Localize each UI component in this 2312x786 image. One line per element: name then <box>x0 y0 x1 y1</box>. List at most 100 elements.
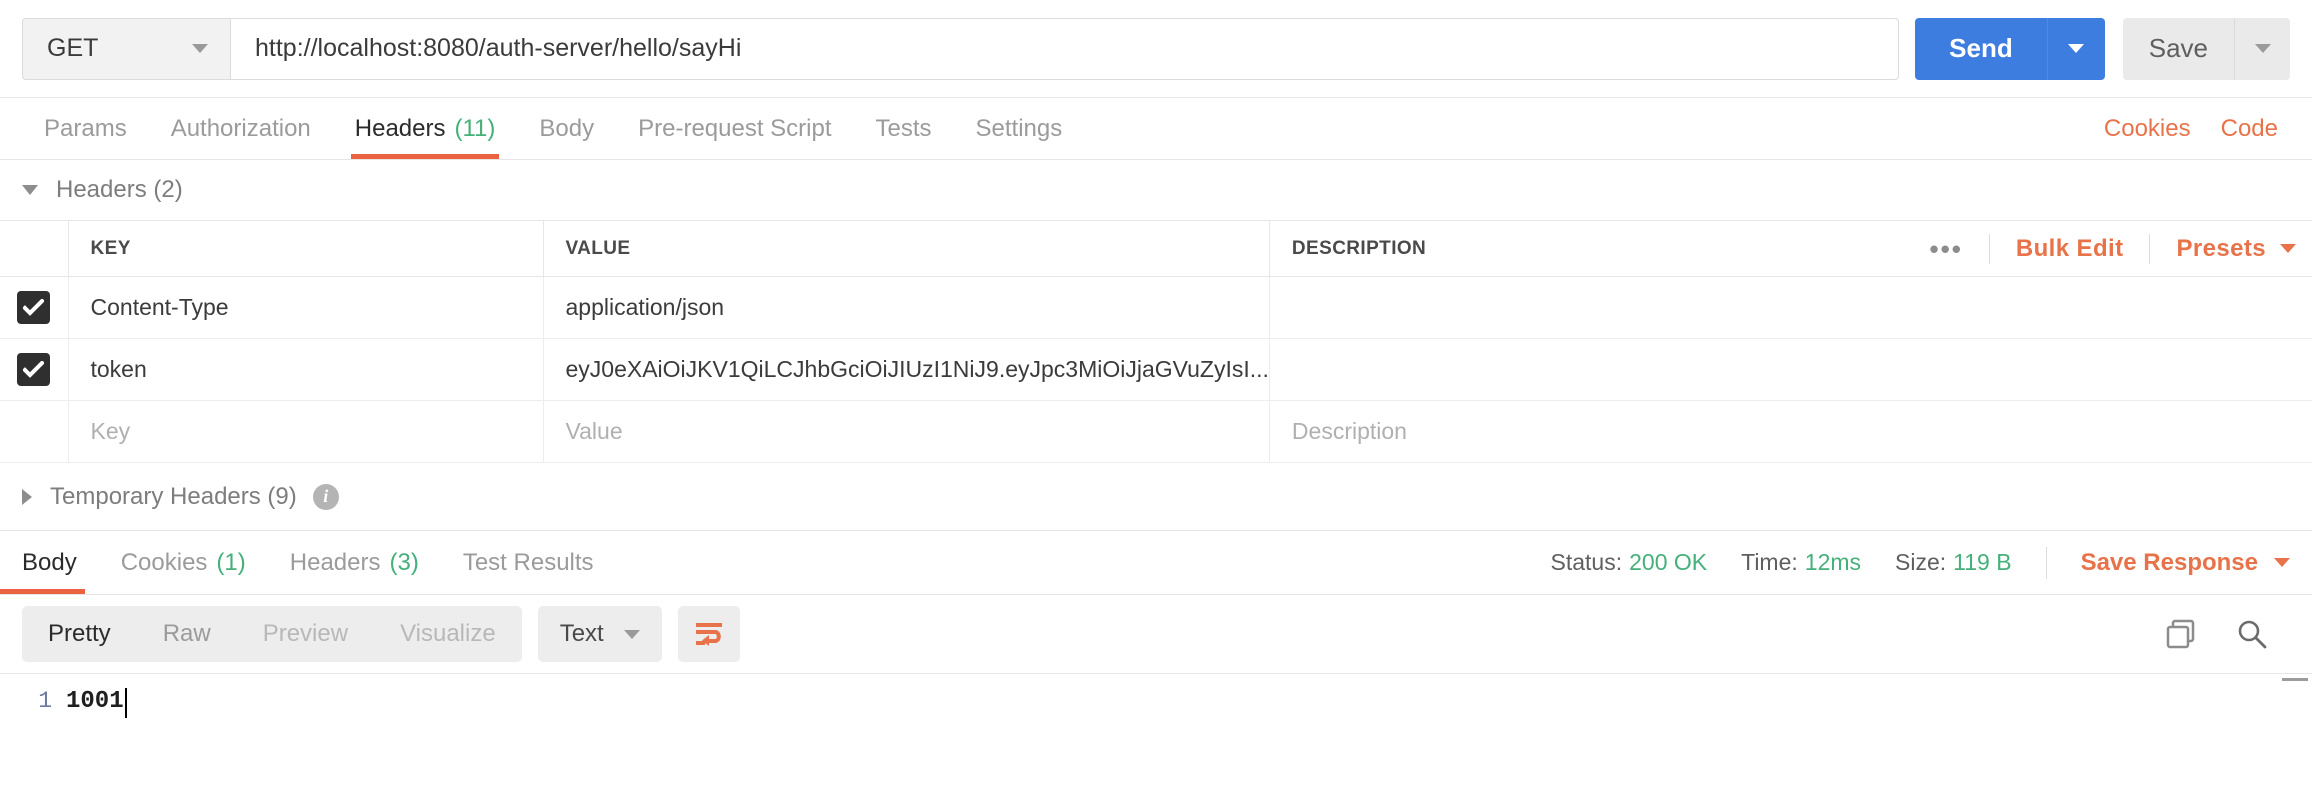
save-options-button[interactable] <box>2234 17 2290 80</box>
headers-table-header-row: KEY VALUE DESCRIPTION ••• Bulk Edit Pres… <box>0 220 2312 277</box>
new-header-value-input[interactable]: Value <box>542 400 1270 463</box>
tab-params[interactable]: Params <box>22 98 149 159</box>
new-header-key-input[interactable]: Key <box>67 400 543 463</box>
tab-body[interactable]: Body <box>517 98 616 159</box>
size-badge: Size: 119 B <box>1895 549 2012 576</box>
time-badge: Time: 12ms <box>1741 549 1861 576</box>
header-key[interactable]: Content-Type <box>67 276 543 339</box>
response-body-text: 1001 <box>66 688 124 715</box>
tab-count: (1) <box>216 548 246 576</box>
tab-count: (3) <box>389 548 419 576</box>
response-body-viewer: 1 1001 <box>0 673 2312 753</box>
presets-button[interactable]: Presets <box>2176 235 2266 263</box>
request-url-bar: GET http://localhost:8080/auth-server/he… <box>0 0 2312 98</box>
send-button-group: Send <box>1915 17 2105 80</box>
search-icon[interactable] <box>2236 618 2268 650</box>
header-value[interactable]: application/json <box>542 276 1270 339</box>
response-meta: Status: 200 OK Time: 12ms Size: 119 B Save … <box>1551 531 2312 594</box>
line-number: 1 <box>38 688 52 714</box>
tab-label: Settings <box>975 114 1063 142</box>
tab-tests[interactable]: Tests <box>854 98 954 159</box>
tab-label: Headers <box>354 114 446 142</box>
row-checkbox[interactable] <box>17 291 51 324</box>
save-response-button[interactable]: Save Response <box>2081 549 2290 577</box>
table-row-empty: Key Value Description <box>0 400 2312 463</box>
view-mode-preview[interactable]: Preview <box>237 606 374 662</box>
header-description[interactable] <box>1268 338 2312 401</box>
tab-label: Headers <box>289 548 381 576</box>
tab-headers[interactable]: Headers (11) <box>333 98 518 159</box>
response-tab-test-results[interactable]: Test Results <box>441 531 616 594</box>
checkmark-icon <box>23 299 45 316</box>
response-tab-headers[interactable]: Headers (3) <box>268 531 441 594</box>
request-tabs: Params Authorization Headers (11) Body P… <box>0 98 2312 160</box>
tab-pre-request-script[interactable]: Pre-request Script <box>616 98 853 159</box>
view-mode-group: Pretty Raw Preview Visualize <box>22 606 522 662</box>
tab-label: Test Results <box>462 548 594 576</box>
response-tab-cookies[interactable]: Cookies (1) <box>99 531 268 594</box>
info-icon[interactable]: i <box>312 483 339 510</box>
tab-settings[interactable]: Settings <box>954 98 1085 159</box>
triangle-right-icon <box>22 488 32 505</box>
tab-label: Tests <box>875 114 932 142</box>
save-button[interactable]: Save <box>2122 17 2234 80</box>
divider <box>2045 546 2047 579</box>
cookies-link[interactable]: Cookies <box>2104 115 2191 143</box>
tab-label: Body <box>22 548 77 576</box>
row-checkbox-cell <box>0 339 68 401</box>
checkmark-icon <box>23 361 45 378</box>
http-method-select[interactable]: GET <box>22 17 230 80</box>
time-value: 12ms <box>1804 549 1862 575</box>
size-label: Size: <box>1895 549 1947 575</box>
column-header-key: KEY <box>67 220 543 277</box>
header-value[interactable]: eyJ0eXAiOiJKV1QiLCJhbGciOiJIUzI1NiJ9.eyJ… <box>542 338 1270 401</box>
view-mode-raw[interactable]: Raw <box>137 606 237 662</box>
tab-authorization[interactable]: Authorization <box>149 98 333 159</box>
column-header-description: DESCRIPTION ••• Bulk Edit Presets <box>1268 220 2312 277</box>
row-checkbox[interactable] <box>17 353 51 386</box>
new-header-description-input[interactable]: Description <box>1268 400 2312 463</box>
url-input[interactable]: http://localhost:8080/auth-server/hello/… <box>230 17 1900 80</box>
temporary-headers-toggle[interactable]: Temporary Headers (9) i <box>0 463 2312 531</box>
divider <box>1988 233 1990 264</box>
row-checkbox-cell <box>0 277 68 339</box>
tab-label: Params <box>44 114 127 142</box>
temporary-headers-label: Temporary Headers (9) <box>50 482 297 510</box>
divider <box>2149 233 2151 264</box>
chevron-down-icon <box>2280 244 2296 253</box>
code-link[interactable]: Code <box>2221 115 2278 143</box>
text-cursor <box>124 688 127 718</box>
tab-label: Authorization <box>170 114 311 142</box>
response-format-value: Text <box>559 620 604 647</box>
tab-label: Pre-request Script <box>638 114 832 142</box>
time-label: Time: <box>1741 549 1798 575</box>
wrap-lines-icon <box>695 623 722 646</box>
copy-icon[interactable] <box>2166 619 2196 649</box>
scrollbar-thumb[interactable] <box>2282 678 2308 681</box>
more-options-icon[interactable]: ••• <box>1930 236 1963 262</box>
wrap-lines-button[interactable] <box>677 606 740 662</box>
response-format-select[interactable]: Text <box>537 606 662 662</box>
http-method-value: GET <box>47 34 99 62</box>
send-options-button[interactable] <box>2046 17 2105 80</box>
status-badge: Status: 200 OK <box>1551 549 1708 576</box>
save-button-group: Save <box>2122 17 2290 80</box>
send-button[interactable]: Send <box>1915 17 2047 80</box>
view-mode-pretty[interactable]: Pretty <box>22 606 137 662</box>
triangle-down-icon <box>22 185 38 195</box>
response-body-toolbar-right <box>2166 618 2290 650</box>
column-header-description-label: DESCRIPTION <box>1291 237 1427 259</box>
response-tab-body[interactable]: Body <box>0 531 99 594</box>
chevron-down-icon <box>623 629 640 639</box>
bulk-edit-button[interactable]: Bulk Edit <box>2016 235 2124 263</box>
header-description[interactable] <box>1268 276 2312 339</box>
header-key[interactable]: token <box>67 338 543 401</box>
row-checkbox-cell <box>0 401 68 463</box>
view-mode-visualize[interactable]: Visualize <box>374 606 522 662</box>
headers-section-toggle[interactable]: Headers (2) <box>0 160 2312 220</box>
status-label: Status: <box>1550 549 1623 575</box>
response-body-content[interactable]: 1001 <box>66 674 127 753</box>
table-row: Content-Type application/json <box>0 276 2312 339</box>
response-tabs: Body Cookies (1) Headers (3) Test Result… <box>0 531 2312 595</box>
table-row: token eyJ0eXAiOiJKV1QiLCJhbGciOiJIUzI1Ni… <box>0 338 2312 401</box>
